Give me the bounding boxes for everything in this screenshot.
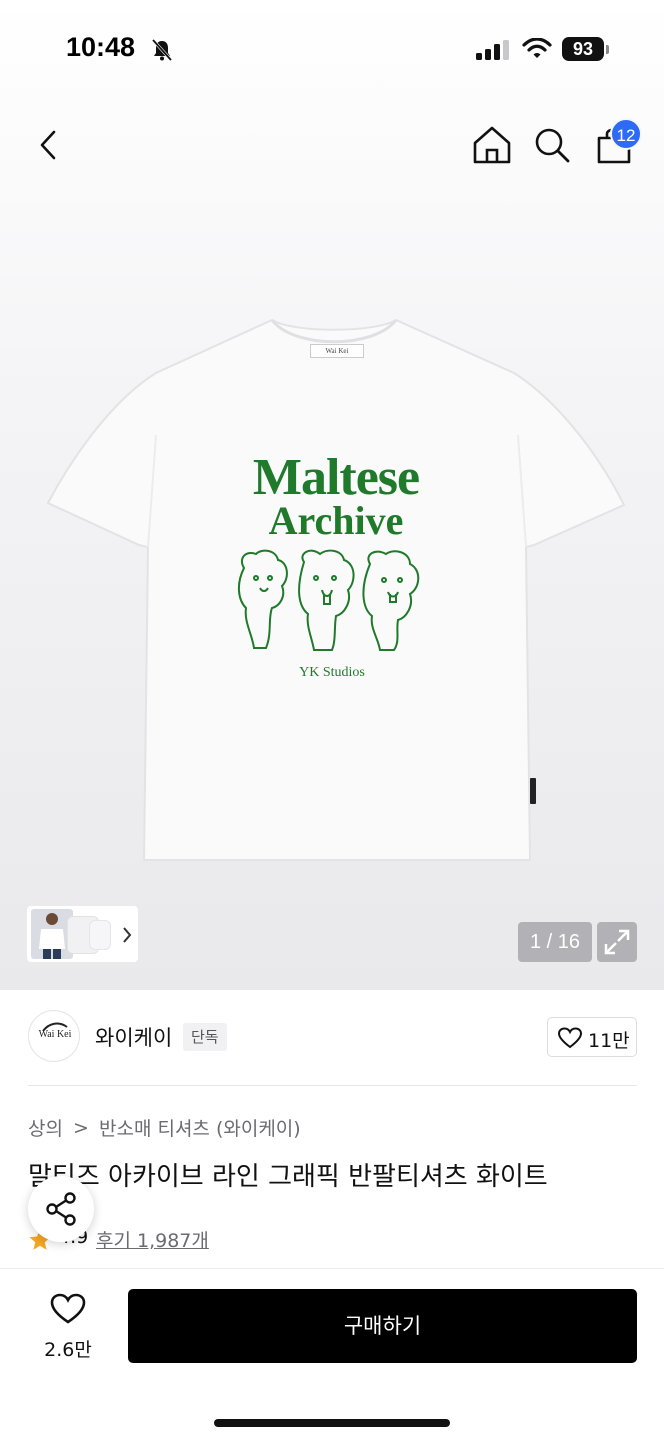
- brand-logo[interactable]: Wai Kei: [28, 1010, 80, 1062]
- top-nav: [0, 100, 664, 190]
- image-counter: 1 / 16: [518, 922, 592, 962]
- wish-button[interactable]: 2.6만: [28, 1289, 108, 1369]
- bell-slash-icon: [151, 38, 173, 62]
- breadcrumb-category[interactable]: 상의: [28, 1114, 63, 1141]
- cart-badge: 12: [610, 118, 642, 150]
- home-indicator: [214, 1419, 450, 1427]
- thumbnail-shirt-back[interactable]: [89, 920, 111, 950]
- expand-icon: [604, 929, 630, 955]
- signal-icon: [476, 40, 509, 60]
- home-icon[interactable]: [470, 124, 514, 166]
- back-icon[interactable]: [32, 124, 68, 166]
- neck-label: Wai Kei: [310, 344, 364, 358]
- brand-like-button[interactable]: 11만: [547, 1017, 637, 1057]
- divider: [28, 1085, 637, 1086]
- print-text-line2: Archive: [268, 498, 404, 543]
- brand-like-count: 11만: [588, 1030, 630, 1052]
- share-button[interactable]: [28, 1176, 94, 1242]
- heart-icon: [558, 1027, 582, 1049]
- status-bar: 10:48 93: [0, 0, 664, 100]
- thumbnail-strip[interactable]: [27, 906, 138, 962]
- breadcrumb-subcategory[interactable]: 반소매 티셔츠 (와이케이): [99, 1114, 301, 1141]
- heart-icon: [50, 1293, 86, 1324]
- search-icon[interactable]: [532, 124, 572, 166]
- status-time: 10:48: [66, 32, 136, 62]
- brand-row: Wai Kei 와이케이 단독 11만: [0, 990, 664, 1086]
- battery-icon: 93: [562, 37, 604, 61]
- chevron-right-icon[interactable]: [121, 926, 133, 944]
- expand-button[interactable]: [597, 922, 637, 962]
- share-icon: [46, 1192, 76, 1226]
- brand-name[interactable]: 와이케이: [95, 1022, 172, 1052]
- dogs-illustration: [238, 549, 420, 651]
- brand-logo-text: Wai Kei: [38, 1029, 72, 1040]
- battery-cap: [606, 45, 609, 54]
- wifi-icon: [522, 38, 552, 58]
- buy-button[interactable]: 구매하기: [128, 1289, 637, 1363]
- product-title: 말티즈 아카이브 라인 그래픽 반팔티셔츠 화이트: [28, 1162, 548, 1192]
- wish-count: 2.6만: [44, 1339, 92, 1361]
- side-tag: [530, 778, 536, 804]
- breadcrumb: 상의 > 반소매 티셔츠 (와이케이): [28, 1114, 301, 1142]
- breadcrumb-separator: >: [73, 1116, 89, 1139]
- bottom-bar: 2.6만 구매하기: [0, 1268, 664, 1440]
- review-link[interactable]: 후기 1,987개: [96, 1226, 209, 1253]
- print-studio-text: YK Studios: [299, 665, 365, 680]
- exclusive-badge: 단독: [183, 1023, 227, 1051]
